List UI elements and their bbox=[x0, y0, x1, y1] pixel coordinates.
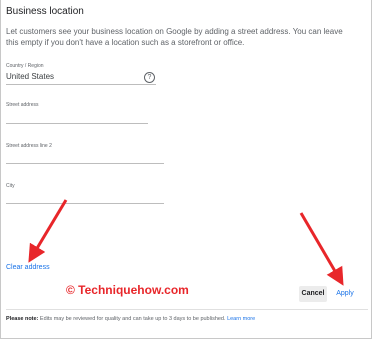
clear-address-arrow bbox=[28, 199, 68, 263]
annotation-arrows bbox=[28, 199, 344, 286]
apply-arrow bbox=[299, 212, 344, 286]
